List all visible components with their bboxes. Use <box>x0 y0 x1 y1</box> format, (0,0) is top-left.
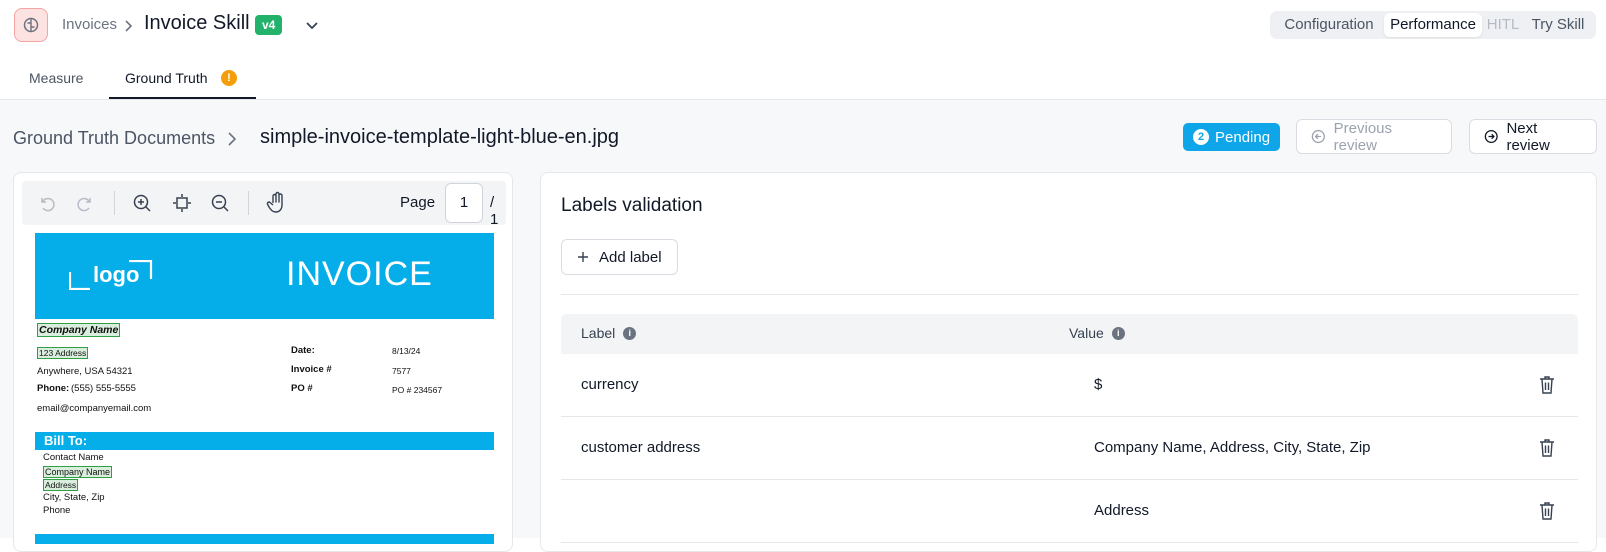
invoice-date: 8/13/24 <box>392 346 421 356</box>
table-row[interactable]: Address <box>561 480 1578 543</box>
plus-icon <box>578 252 588 262</box>
warning-info-icon: ! <box>221 70 237 86</box>
app-logo-icon[interactable] <box>14 8 48 42</box>
trash-icon[interactable] <box>1537 374 1557 396</box>
invoice-title: INVOICE <box>286 255 433 293</box>
invoice-address: 123 Address <box>37 347 89 359</box>
panel-divider <box>561 294 1578 295</box>
breadcrumb-ground-truth-documents[interactable]: Ground Truth Documents <box>13 128 215 149</box>
nav-try-skill[interactable]: Try Skill <box>1524 11 1592 39</box>
next-review-label: Next review <box>1506 119 1550 154</box>
invoice-logo-text: logo <box>93 262 140 287</box>
invoice-bill-address: Address <box>43 479 79 491</box>
column-header-value-text: Value <box>1069 325 1104 341</box>
invoice-bill-phone: Phone <box>43 505 71 516</box>
invoice-phone: (555) 555-5555 <box>71 383 136 394</box>
zoom-in-icon[interactable] <box>132 193 152 213</box>
tab-bar: Measure Ground Truth ! <box>0 56 1606 100</box>
info-icon[interactable]: i <box>1111 326 1125 340</box>
previous-review-button[interactable]: Previous review <box>1296 119 1452 154</box>
column-header-label-text: Label <box>581 325 616 341</box>
redo-icon[interactable] <box>76 193 96 213</box>
pending-label: Pending <box>1215 128 1271 146</box>
invoice-bill-contact: Contact Name <box>43 452 104 463</box>
invoice-document-preview[interactable]: logo INVOICE Company Name 123 Address An… <box>35 233 494 551</box>
chevron-right-icon <box>125 20 133 32</box>
arrow-right-circle-icon <box>1484 129 1498 144</box>
document-filename: simple-invoice-template-light-blue-en.jp… <box>260 126 620 148</box>
viewer-toolbar: Page 1 / 1 <box>22 181 506 228</box>
invoice-header-band: logo INVOICE <box>35 233 494 319</box>
arrow-left-circle-icon <box>1311 129 1325 144</box>
invoice-po: PO # 234567 <box>392 385 443 395</box>
breadcrumb-invoices-link[interactable]: Invoices <box>62 16 117 33</box>
chevron-right-icon <box>228 132 237 146</box>
labels-validation-panel: Labels validation Add label Label i Valu… <box>540 172 1597 552</box>
version-badge: v4 <box>255 15 283 35</box>
invoice-bill-city: City, State, Zip <box>43 492 105 503</box>
table-row[interactable]: customer address Company Name, Address, … <box>561 417 1578 480</box>
invoice-company-name: Company Name <box>37 323 121 337</box>
invoice-table-band <box>35 534 494 544</box>
active-tab-indicator <box>109 97 256 99</box>
document-viewer: Page 1 / 1 logo INVOICE Company Name 123… <box>13 172 513 552</box>
zoom-out-icon[interactable] <box>210 193 230 213</box>
tab-measure[interactable]: Measure <box>29 70 83 86</box>
nav-hitl: HITL <box>1486 16 1520 33</box>
row-value[interactable]: $ <box>1094 376 1102 393</box>
page-total: / 1 <box>490 194 499 228</box>
fit-to-page-icon[interactable] <box>172 193 192 213</box>
invoice-date-label: Date: <box>291 345 315 356</box>
toolbar-divider <box>248 191 249 215</box>
page-title: Invoice Skill <box>144 12 250 34</box>
column-header-value: Value i <box>1069 325 1125 341</box>
invoice-number: 7577 <box>392 366 411 376</box>
invoice-po-label: PO # <box>291 383 313 394</box>
invoice-city-line: Anywhere, USA 54321 <box>37 366 133 377</box>
pending-badge: 2 Pending <box>1183 123 1281 151</box>
next-review-button[interactable]: Next review <box>1469 119 1597 154</box>
column-header-label: Label i <box>581 325 637 341</box>
hand-pan-icon[interactable] <box>266 191 288 215</box>
labels-table-header: Label i Value i <box>561 314 1578 354</box>
chevron-down-icon[interactable] <box>304 17 320 33</box>
labels-panel-title: Labels validation <box>561 195 703 216</box>
table-row[interactable]: currency $ <box>561 354 1578 417</box>
tab-ground-truth[interactable]: Ground Truth <box>125 70 208 86</box>
nav-configuration[interactable]: Configuration <box>1276 11 1382 39</box>
row-label: customer address <box>581 439 701 456</box>
invoice-phone-label: Phone: <box>37 383 70 394</box>
nav-performance[interactable]: Performance <box>1384 13 1482 37</box>
toolbar-divider <box>114 191 115 215</box>
view-switcher: Configuration Performance HITL Try Skill <box>1270 11 1596 39</box>
info-icon[interactable]: i <box>623 326 637 340</box>
invoice-bill-company: Company Name <box>43 466 113 478</box>
undo-icon[interactable] <box>36 193 56 213</box>
add-label-text: Add label <box>599 248 662 266</box>
trash-icon[interactable] <box>1537 437 1557 459</box>
previous-review-label: Previous review <box>1333 119 1392 154</box>
main-content: Ground Truth Documents simple-invoice-te… <box>0 100 1606 552</box>
row-value[interactable]: Address <box>1094 502 1149 519</box>
page-number-input[interactable]: 1 <box>445 183 483 223</box>
trash-icon[interactable] <box>1537 500 1557 522</box>
brain-icon <box>23 17 39 33</box>
invoice-bill-to-band: Bill To: <box>35 432 494 450</box>
page-label: Page <box>400 194 436 211</box>
row-value[interactable]: Company Name, Address, City, State, Zip <box>1094 439 1371 456</box>
invoice-number-label: Invoice # <box>291 364 332 375</box>
invoice-email: email@companyemail.com <box>37 403 152 414</box>
top-bar: Invoices Invoice Skill v4 Configuration … <box>0 0 1606 52</box>
row-label: currency <box>581 376 639 393</box>
pending-count: 2 <box>1193 129 1209 145</box>
add-label-button[interactable]: Add label <box>561 239 678 275</box>
